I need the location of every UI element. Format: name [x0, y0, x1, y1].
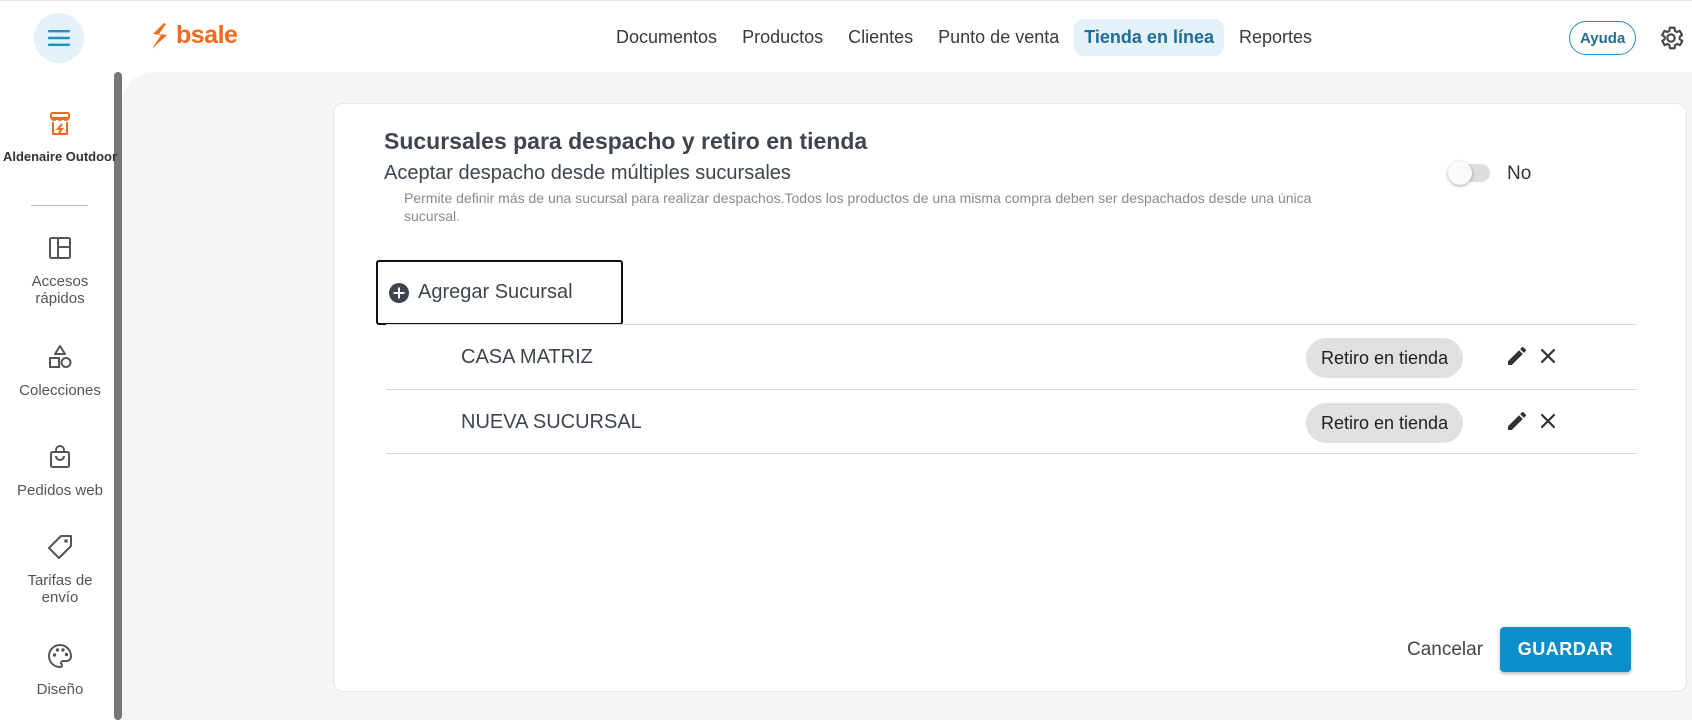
store-selector[interactable]: Aldenaire Outdoor — [0, 110, 120, 164]
cancel-button[interactable]: Cancelar — [1407, 639, 1483, 661]
sidebar-item-pedidos-web[interactable]: Pedidos web — [0, 443, 120, 499]
branch-tag-chip: Retiro en tienda — [1306, 338, 1464, 378]
toggle-knob — [1448, 161, 1472, 185]
palette-icon — [48, 643, 73, 669]
nav-clientes[interactable]: Clientes — [838, 19, 923, 56]
store-icon — [50, 112, 70, 135]
sidebar-item-colecciones[interactable]: Colecciones — [0, 343, 120, 399]
store-name: Aldenaire Outdoor — [2, 149, 118, 164]
add-circle-icon — [389, 282, 409, 303]
nav-reportes[interactable]: Reportes — [1229, 19, 1322, 56]
add-branch-button[interactable]: Agregar Sucursal — [376, 260, 623, 325]
sidebar-divider — [31, 205, 88, 206]
sidebar-item-label: Diseño — [36, 681, 84, 698]
sidebar-item-label: Accesos rápidos — [31, 273, 89, 307]
nav-documentos[interactable]: Documentos — [606, 19, 727, 56]
nav-tienda-en-linea[interactable]: Tienda en línea — [1074, 19, 1224, 56]
gear-icon[interactable] — [1657, 24, 1685, 52]
tag-icon — [48, 535, 72, 559]
page-title: Sucursales para despacho y retiro en tie… — [384, 128, 868, 154]
close-icon[interactable] — [1536, 344, 1560, 368]
multi-branch-setting-label: Aceptar despacho desde múltiples sucursa… — [384, 162, 791, 184]
save-button[interactable]: GUARDAR — [1500, 627, 1631, 672]
sidebar-item-diseno[interactable]: Diseño — [0, 642, 120, 698]
nav-punto-de-venta[interactable]: Punto de venta — [928, 19, 1069, 56]
logo-text: bsale — [176, 21, 238, 49]
multi-branch-toggle[interactable] — [1448, 161, 1490, 185]
branches-card: Sucursales para despacho y retiro en tie… — [333, 103, 1687, 692]
menu-button[interactable] — [34, 13, 84, 63]
sidebar-item-label: Tarifas de envío — [27, 572, 93, 606]
help-button[interactable]: Ayuda — [1569, 21, 1637, 55]
nav-productos[interactable]: Productos — [732, 19, 833, 56]
multi-branch-setting-description: Permite definir más de una sucursal para… — [404, 190, 1312, 224]
layout-icon — [49, 237, 71, 259]
list-item: NUEVA SUCURSAL Retiro en tienda — [386, 389, 1637, 454]
main-nav: Documentos Productos Clientes Punto de v… — [606, 19, 1327, 56]
sidebar-item-label: Pedidos web — [17, 482, 103, 499]
add-branch-label: Agregar Sucursal — [418, 281, 573, 303]
logo-mark-icon — [152, 22, 167, 49]
top-bar: bsale Documentos Productos Clientes Punt… — [0, 0, 1692, 72]
shapes-icon — [49, 345, 72, 368]
edit-pencil-icon[interactable] — [1505, 344, 1529, 368]
toggle-state-label: No — [1507, 163, 1532, 184]
sidebar-item-label: Colecciones — [19, 382, 101, 399]
bsale-logo[interactable]: bsale — [150, 21, 238, 50]
sidebar-item-tarifas-de-envio[interactable]: Tarifas de envío — [0, 533, 120, 606]
branch-name: CASA MATRIZ — [461, 346, 593, 368]
branch-name: NUEVA SUCURSAL — [461, 411, 642, 433]
shopping-bag-icon — [50, 445, 70, 468]
close-icon[interactable] — [1536, 409, 1560, 433]
hamburger-icon — [48, 30, 70, 46]
edit-pencil-icon[interactable] — [1505, 409, 1529, 433]
sidebar-item-accesos-rapidos[interactable]: Accesos rápidos — [0, 234, 120, 307]
branch-list: CASA MATRIZ Retiro en tienda NUEVA SUCUR… — [386, 324, 1637, 454]
list-item: CASA MATRIZ Retiro en tienda — [386, 324, 1637, 389]
branch-tag-chip: Retiro en tienda — [1306, 403, 1464, 443]
